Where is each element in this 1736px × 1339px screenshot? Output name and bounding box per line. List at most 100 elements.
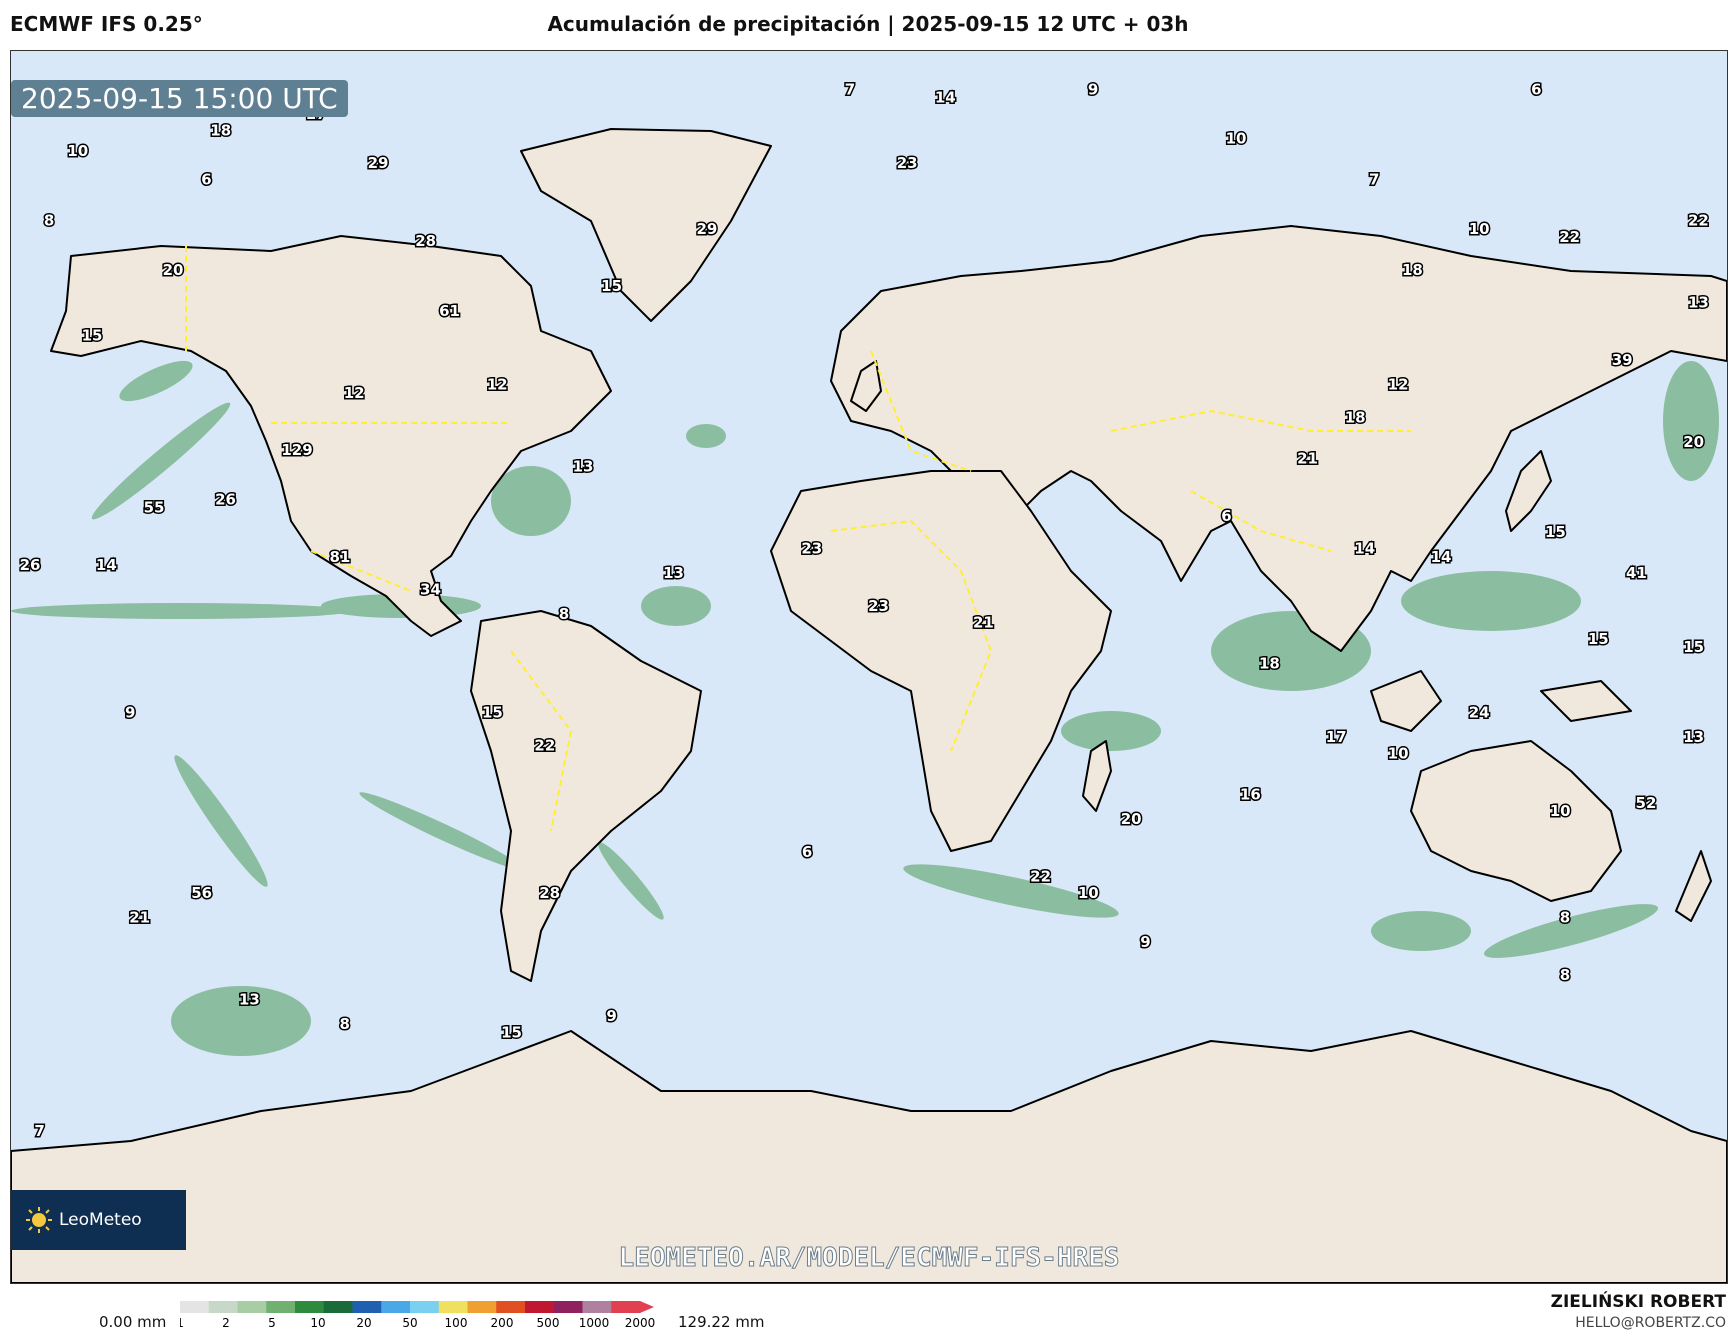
precip-value-label: 15 [1683,638,1704,656]
colorbar-tick-label: 50 [402,1316,417,1330]
precip-value-label: 7 [845,80,855,98]
precip-value-label: 81 [329,548,350,566]
precip-value-label: 13 [573,458,594,476]
precip-value-label: 8 [1560,909,1570,927]
precip-value-label: 18 [210,121,231,139]
precip-value-label: 12 [344,384,365,402]
author-email[interactable]: HELLO@ROBERTZ.CO [1575,1315,1726,1331]
precip-colorbar: 1 2 5 10 20 50 100 200 500 1000 2000 [180,1301,656,1330]
precip-value-label: 55 [144,499,165,517]
precip-value-label: 26 [20,556,41,574]
precip-value-label: 6 [1221,507,1231,525]
precip-value-label: 9 [606,1007,616,1025]
precip-value-label: 10 [1388,745,1409,763]
precip-value-label: 10 [1550,802,1571,820]
colorbar-segment [323,1301,353,1313]
precip-value-label: 24 [1469,704,1490,722]
precip-value-label: 7 [1369,171,1379,189]
precip-value-label: 13 [1688,294,1709,312]
precip-value-label: 7 [34,1122,44,1140]
colorbar-tick-label: 200 [491,1316,514,1330]
precip-value-label: 14 [1354,540,1375,558]
colorbar-tick-label: 5 [268,1316,276,1330]
precip-value-label: 10 [67,142,88,160]
colorbar-segment [467,1301,497,1313]
colorbar-segment [295,1301,325,1313]
colorbar-tick-label: 2 [222,1316,230,1330]
precip-value-label: 15 [501,1023,522,1041]
precip-value-label: 10 [1469,220,1490,238]
colorbar-segment [266,1301,296,1313]
colorbar-segment [611,1301,641,1313]
precip-value-label: 129 [281,441,312,459]
leometeo-logo[interactable]: LeoMeteo [11,1190,186,1250]
precip-value-label: 18 [1345,408,1366,426]
author-name: ZIELIŃSKI ROBERT [1550,1292,1726,1312]
precip-value-label: 21 [973,613,994,631]
precip-value-label: 22 [1688,212,1709,230]
precip-value-label: 6 [201,171,211,189]
precip-value-label: 29 [696,220,717,238]
colorbar-extend-arrow [640,1301,654,1313]
precip-value-label: 23 [801,540,822,558]
colorbar-tick-label: 10 [310,1316,325,1330]
colorbar-tick-label: 100 [445,1316,468,1330]
precip-value-label: 8 [44,212,54,230]
colorbar-segment [582,1301,612,1313]
colorbar-tick-label: 1 [180,1316,184,1330]
colorbar-segment [553,1301,583,1313]
precip-value-label: 28 [415,232,436,250]
precip-value-label: 61 [439,302,460,320]
precip-value-label: 6 [802,843,812,861]
precip-value-label: 15 [1545,523,1566,541]
colorbar-segment [352,1301,382,1313]
precip-value-label: 12 [487,376,508,394]
precip-value-label: 10 [1078,884,1099,902]
precip-value-label: 21 [1297,449,1318,467]
colorbar-segment [237,1301,267,1313]
precip-value-label: 20 [1121,810,1142,828]
map-panel: 1018176829202815611529121212913552626148… [10,50,1728,1284]
sun-icon [26,1207,52,1233]
precip-value-label: 23 [868,597,889,615]
precip-value-label: 10 [1226,130,1247,148]
precip-value-label: 14 [935,89,956,107]
precip-value-label: 26 [215,490,236,508]
precip-value-label: 56 [191,884,212,902]
precip-value-label: 22 [534,736,555,754]
valid-time-badge: 2025-09-15 15:00 UTC [11,80,348,117]
colorbar-segment [438,1301,468,1313]
colorbar-segment [496,1301,526,1313]
map-title: Acumulación de precipitación | 2025-09-1… [547,12,1189,36]
colorbar-tick-label: 1000 [579,1316,610,1330]
precip-value-label: 13 [239,991,260,1009]
colorbar-segment [410,1301,440,1313]
colorbar-segment [525,1301,555,1313]
precip-value-label: 15 [482,704,503,722]
precip-value-label: 15 [1588,630,1609,648]
precip-value-label: 22 [1559,228,1580,246]
precip-value-label: 9 [1140,933,1150,951]
precip-value-label: 14 [96,556,117,574]
precip-value-label: 20 [1683,433,1704,451]
precip-value-label: 13 [1683,728,1704,746]
precip-value-label: 18 [1402,261,1423,279]
precip-value-label: 52 [1636,794,1657,812]
colorbar-tick-label: 2000 [625,1316,656,1330]
precip-value-label: 41 [1626,564,1647,582]
precip-value-label: 17 [1326,728,1347,746]
precip-value-label: 15 [82,326,103,344]
precip-value-label: 13 [663,564,684,582]
precip-value-label: 8 [559,605,569,623]
precip-value-label: 16 [1240,786,1261,804]
precip-value-label: 20 [163,261,184,279]
precip-value-label: 9 [1088,80,1098,98]
precip-value-label: 22 [1030,868,1051,886]
colorbar-segment [208,1301,238,1313]
precip-value-label: 8 [1560,966,1570,984]
source-url[interactable]: LEOMETEO.AR/MODEL/ECMWF-IFS-HRES [11,1243,1727,1274]
colorbar-max-label: 129.22 mm [678,1313,765,1331]
precip-value-label: 14 [1431,548,1452,566]
precip-value-label: 18 [1259,654,1280,672]
logo-text: LeoMeteo [59,1210,142,1230]
